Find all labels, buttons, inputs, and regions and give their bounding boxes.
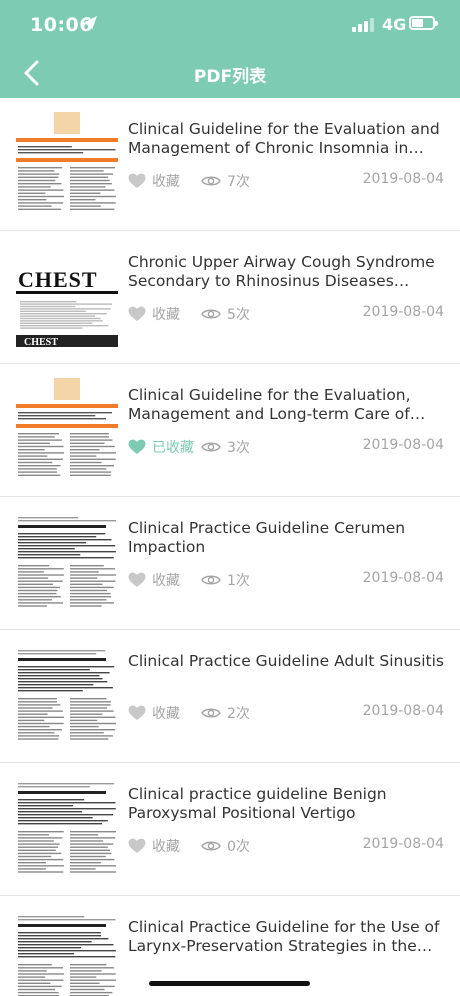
eye-icon xyxy=(201,309,221,319)
heart-icon xyxy=(128,572,146,587)
pdf-title: Clinical Guideline for the Evaluation, M… xyxy=(128,386,411,423)
pdf-title: Chronic Upper Airway Cough Syndrome Seco… xyxy=(128,253,435,290)
view-count-label: 2次 xyxy=(227,706,250,722)
favorite-button[interactable]: 收藏 xyxy=(128,171,180,191)
favorite-label: 收藏 xyxy=(152,573,180,589)
heart-icon xyxy=(128,306,146,321)
status-bar: 10:06 4G xyxy=(0,0,460,48)
view-count-label: 0次 xyxy=(227,839,250,855)
view-count-label: 7次 xyxy=(227,174,250,190)
pdf-list-item[interactable]: Clinical Practice Guideline Cerumen Impa… xyxy=(0,497,460,630)
favorite-button[interactable]: 已收藏 xyxy=(128,437,194,457)
pdf-title: Clinical Practice Guideline for the Use … xyxy=(128,918,440,955)
location-arrow-icon xyxy=(85,16,97,30)
favorite-label: 收藏 xyxy=(152,307,180,323)
view-count-label: 5次 xyxy=(227,307,250,323)
favorite-button[interactable]: 收藏 xyxy=(128,836,180,856)
pdf-meta: 收藏 1次 2019-08-04 xyxy=(128,570,444,590)
heart-icon xyxy=(128,838,146,853)
view-count: 1次 xyxy=(201,570,250,590)
favorite-label: 收藏 xyxy=(152,706,180,722)
favorite-button[interactable]: 收藏 xyxy=(128,703,180,723)
network-type: 4G xyxy=(382,15,407,34)
pdf-thumbnail xyxy=(16,644,118,748)
page-title: PDF列表 xyxy=(193,67,267,87)
pdf-date: 2019-08-04 xyxy=(362,570,444,586)
pdf-title: Clinical Practice Guideline Adult Sinusi… xyxy=(128,652,444,670)
pdf-thumbnail xyxy=(16,777,118,881)
pdf-date: 2019-08-04 xyxy=(362,836,444,852)
pdf-date: 2019-08-04 xyxy=(362,171,444,187)
svg-text:CHEST: CHEST xyxy=(24,337,58,348)
pdf-list-item[interactable]: Clinical Guideline for the Evaluation an… xyxy=(0,98,460,231)
pdf-list-item[interactable]: Clinical Guideline for the Evaluation, M… xyxy=(0,364,460,497)
pdf-thumbnail xyxy=(16,511,118,615)
pdf-meta: 收藏 2次 2019-08-04 xyxy=(128,703,444,723)
cellular-signal-icon xyxy=(352,18,374,32)
battery-icon xyxy=(409,16,438,30)
view-count: 3次 xyxy=(201,437,250,457)
favorite-button[interactable]: 收藏 xyxy=(128,570,180,590)
favorite-label: 收藏 xyxy=(152,839,180,855)
pdf-list-item[interactable]: Clinical practice guideline Benign Parox… xyxy=(0,763,460,896)
eye-icon xyxy=(201,442,221,452)
eye-icon xyxy=(201,841,221,851)
view-count: 0次 xyxy=(201,836,250,856)
pdf-thumbnail xyxy=(16,910,118,996)
pdf-meta: 收藏 7次 2019-08-04 xyxy=(128,171,444,191)
pdf-meta: 已收藏 3次 2019-08-04 xyxy=(128,437,444,457)
pdf-list-item[interactable]: CHEST CHEST Chronic Upper Airway Cough Sy… xyxy=(0,231,460,364)
eye-icon xyxy=(201,575,221,585)
pdf-list: Clinical Guideline for the Evaluation an… xyxy=(0,98,460,996)
eye-icon xyxy=(201,708,221,718)
view-count: 5次 xyxy=(201,304,250,324)
heart-icon xyxy=(128,705,146,720)
pdf-list-item[interactable]: Clinical Practice Guideline Adult Sinusi… xyxy=(0,630,460,763)
pdf-thumbnail xyxy=(16,112,118,216)
navigation-bar: PDF列表 xyxy=(0,48,460,98)
pdf-title: Clinical practice guideline Benign Parox… xyxy=(128,785,387,822)
pdf-title: Clinical Practice Guideline Cerumen Impa… xyxy=(128,519,406,556)
favorite-label: 收藏 xyxy=(152,174,180,190)
pdf-thumbnail xyxy=(16,378,118,482)
view-count-label: 3次 xyxy=(227,440,250,456)
pdf-title: Clinical Guideline for the Evaluation an… xyxy=(128,120,440,157)
svg-text:CHEST: CHEST xyxy=(18,267,98,292)
pdf-date: 2019-08-04 xyxy=(362,703,444,719)
pdf-thumbnail: CHEST CHEST xyxy=(16,245,118,349)
favorite-button[interactable]: 收藏 xyxy=(128,304,180,324)
pdf-date: 2019-08-04 xyxy=(362,437,444,453)
pdf-meta: 收藏 0次 2019-08-04 xyxy=(128,836,444,856)
pdf-date: 2019-08-04 xyxy=(362,304,444,320)
pdf-meta: 收藏 5次 2019-08-04 xyxy=(128,304,444,324)
heart-icon xyxy=(128,439,146,454)
favorite-label: 已收藏 xyxy=(152,440,194,456)
view-count-label: 1次 xyxy=(227,573,250,589)
eye-icon xyxy=(201,176,221,186)
home-indicator[interactable] xyxy=(149,981,310,986)
view-count: 7次 xyxy=(201,171,250,191)
heart-icon xyxy=(128,173,146,188)
view-count: 2次 xyxy=(201,703,250,723)
